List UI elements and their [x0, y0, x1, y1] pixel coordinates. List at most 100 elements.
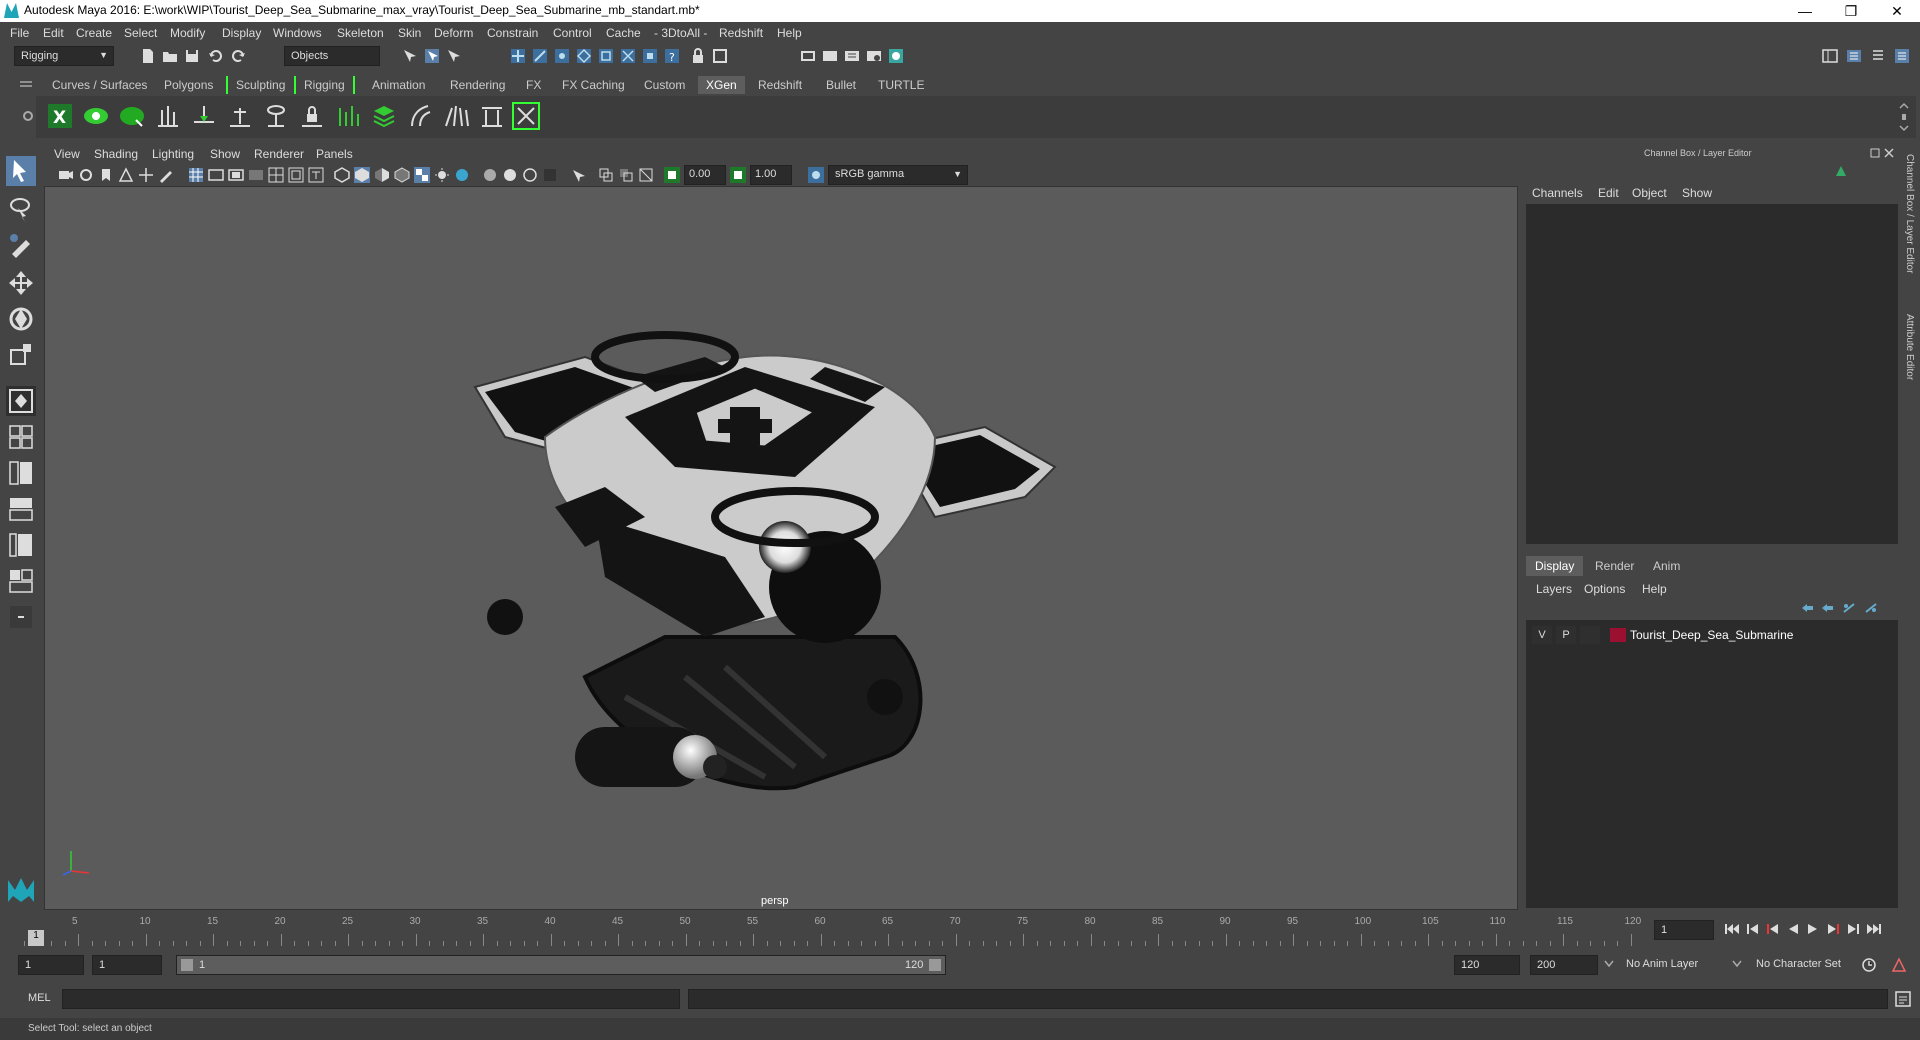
- menu-deform[interactable]: Deform: [434, 26, 473, 40]
- scale-tool-icon[interactable]: [6, 340, 36, 370]
- tab-sculpting[interactable]: Sculpting: [226, 76, 293, 94]
- lock-icon[interactable]: [690, 48, 706, 64]
- tab-bullet[interactable]: Bullet: [818, 76, 864, 94]
- view-transform-dropdown[interactable]: sRGB gamma ▼: [828, 165, 968, 185]
- tab-xgen[interactable]: XGen: [698, 76, 745, 94]
- layer-name[interactable]: Tourist_Deep_Sea_Submarine: [1630, 628, 1793, 642]
- snap-curve-icon[interactable]: [532, 48, 548, 64]
- move-tool-icon[interactable]: [6, 268, 36, 298]
- gate-mask-icon[interactable]: [248, 167, 264, 183]
- menu-control[interactable]: Control: [553, 26, 592, 40]
- menu-cache[interactable]: Cache: [606, 26, 641, 40]
- film-gate-icon[interactable]: [208, 167, 224, 183]
- snap-view-plane-icon[interactable]: [576, 48, 592, 64]
- side-tab-channel-box[interactable]: Channel Box / Layer Editor: [1904, 154, 1915, 274]
- panel-menu-panels[interactable]: Panels: [316, 147, 353, 161]
- tool-settings-toggle-icon[interactable]: [1870, 48, 1886, 64]
- hypershade-icon[interactable]: [888, 48, 904, 64]
- step-back-frame-icon[interactable]: [1766, 922, 1780, 936]
- tab-display[interactable]: Display: [1526, 556, 1584, 576]
- tab-fx-caching[interactable]: FX Caching: [554, 76, 633, 94]
- exposure-field[interactable]: 0.00: [684, 165, 726, 185]
- scene-end-field[interactable]: 200: [1530, 955, 1598, 975]
- construction-history-icon[interactable]: [712, 48, 728, 64]
- undo-icon[interactable]: [208, 48, 224, 64]
- exposure-icon[interactable]: [664, 167, 680, 183]
- depth-of-field-icon[interactable]: [542, 167, 558, 183]
- guide-normalize-icon[interactable]: [478, 102, 506, 130]
- use-all-lights-icon[interactable]: [434, 167, 450, 183]
- preview-generate-icon[interactable]: [512, 102, 540, 130]
- camera-attributes-icon[interactable]: [78, 167, 94, 183]
- playback-start-field[interactable]: 1: [92, 955, 162, 975]
- tab-rendering[interactable]: Rendering: [442, 76, 513, 94]
- gamma-icon[interactable]: [730, 167, 746, 183]
- move-layer-up-icon[interactable]: [1800, 602, 1814, 614]
- snap-point-icon[interactable]: [554, 48, 570, 64]
- script-editor-icon[interactable]: [1894, 990, 1912, 1008]
- bookmark-icon[interactable]: [98, 167, 114, 183]
- range-end-handle[interactable]: [929, 959, 941, 971]
- move-layer-down-icon[interactable]: [1820, 602, 1834, 614]
- lock-guide-icon[interactable]: [298, 102, 326, 130]
- camera-icon[interactable]: [58, 167, 74, 183]
- menu-object[interactable]: Object: [1632, 186, 1667, 200]
- resolution-gate-icon[interactable]: [228, 167, 244, 183]
- smooth-shade-icon[interactable]: [354, 167, 370, 183]
- safe-title-icon[interactable]: [308, 167, 324, 183]
- grease-pencil-icon[interactable]: [158, 167, 174, 183]
- tab-animation[interactable]: Animation: [364, 76, 433, 94]
- render-view-icon[interactable]: [800, 48, 816, 64]
- two-d-pan-icon[interactable]: [138, 167, 154, 183]
- anti-aliasing-icon[interactable]: [522, 167, 538, 183]
- layout-icon[interactable]: [1822, 48, 1838, 64]
- select-tool-icon[interactable]: [6, 156, 36, 186]
- safe-action-icon[interactable]: [288, 167, 304, 183]
- tab-rigging[interactable]: Rigging: [294, 76, 355, 94]
- menu-channels[interactable]: Channels: [1532, 186, 1583, 200]
- menu-select[interactable]: Select: [124, 26, 157, 40]
- grid-icon[interactable]: [188, 167, 204, 183]
- four-view-layout-icon[interactable]: [6, 422, 36, 452]
- default-material-icon[interactable]: [374, 167, 390, 183]
- perspective-viewport[interactable]: persp: [44, 186, 1518, 910]
- add-guide-icon[interactable]: [226, 102, 254, 130]
- menu-cb-edit[interactable]: Edit: [1598, 186, 1619, 200]
- render-current-icon[interactable]: [822, 48, 838, 64]
- wireframe-on-shaded-icon[interactable]: [394, 167, 410, 183]
- single-perspective-layout-icon[interactable]: [6, 386, 36, 416]
- menu-constrain[interactable]: Constrain: [487, 26, 538, 40]
- persp-graph-layout-icon[interactable]: [6, 494, 36, 524]
- tab-fx[interactable]: FX: [518, 76, 549, 94]
- tab-anim[interactable]: Anim: [1644, 556, 1689, 576]
- motion-blur-icon[interactable]: [502, 167, 518, 183]
- panel-menu-show[interactable]: Show: [210, 147, 240, 161]
- menu-file[interactable]: File: [10, 26, 29, 40]
- lasso-tool-icon[interactable]: [6, 194, 36, 224]
- range-start-handle[interactable]: [181, 959, 193, 971]
- layer-playback-toggle[interactable]: P: [1556, 626, 1576, 644]
- guide-layers-icon[interactable]: [370, 102, 398, 130]
- new-scene-icon[interactable]: [140, 48, 156, 64]
- groom-brush-icon[interactable]: [154, 102, 182, 130]
- shelf-menu-icon[interactable]: [20, 80, 32, 90]
- current-frame-marker[interactable]: 1: [28, 930, 44, 946]
- place-guide-icon[interactable]: [190, 102, 218, 130]
- side-tab-attribute-editor[interactable]: Attribute Editor: [1904, 314, 1915, 380]
- range-slider[interactable]: 1 120: [176, 955, 946, 975]
- save-scene-icon[interactable]: [184, 48, 200, 64]
- wireframe-icon[interactable]: [334, 167, 350, 183]
- snap-vertex-icon[interactable]: [642, 48, 658, 64]
- snap-live-icon[interactable]: [620, 48, 636, 64]
- panel-menu-view[interactable]: View: [54, 147, 80, 161]
- xray-icon[interactable]: [598, 167, 614, 183]
- menu-options[interactable]: Options: [1584, 582, 1625, 596]
- shadows-icon[interactable]: [454, 167, 470, 183]
- select-object-icon[interactable]: [424, 48, 440, 64]
- selection-mask-dropdown[interactable]: Objects: [284, 46, 380, 66]
- guide-sculpt-icon[interactable]: [262, 102, 290, 130]
- chevron-down-icon[interactable]: [1604, 960, 1614, 968]
- snap-surface-icon[interactable]: [598, 48, 614, 64]
- command-language-label[interactable]: MEL: [28, 992, 51, 1004]
- step-forward-key-icon[interactable]: [1846, 922, 1860, 936]
